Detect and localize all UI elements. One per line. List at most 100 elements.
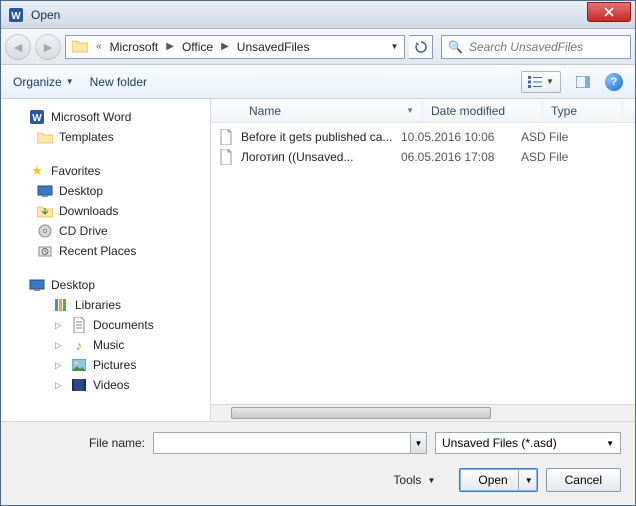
file-row[interactable]: Логотип ((Unsaved... 06.05.2016 17:08 AS… [211,147,635,167]
sidebar-item-templates[interactable]: Templates [1,127,210,147]
breadcrumb[interactable]: « Microsoft ▶ Office ▶ UnsavedFiles ▼ [65,35,405,59]
sidebar-label: Downloads [59,204,118,218]
chevron-down-icon: ▼ [606,439,614,448]
column-type[interactable]: Type [543,99,623,122]
breadcrumb-item[interactable]: Microsoft [106,38,163,56]
downloads-icon [37,203,53,219]
star-icon: ★ [29,163,45,179]
sidebar-item-music[interactable]: ▷ ♪ Music [1,335,210,355]
breadcrumb-dropdown[interactable]: ▼ [386,36,402,58]
tree-toggle-icon[interactable]: ▷ [55,340,65,351]
cd-icon [37,223,53,239]
file-icon [211,149,241,165]
chevron-right-icon: ▶ [166,41,174,52]
sidebar-label: Recent Places [59,244,136,258]
window-title: Open [31,8,587,22]
sidebar-item-cddrive[interactable]: CD Drive [1,221,210,241]
sidebar-label: Microsoft Word [51,110,131,124]
search-input[interactable] [467,39,628,55]
search-icon: 🔍 [448,40,463,54]
help-button[interactable]: ? [605,73,623,91]
sidebar-label: Desktop [51,278,95,292]
sidebar-label: Music [93,338,124,352]
chevron-down-icon: ▼ [546,77,554,86]
sidebar-item-favorites[interactable]: ★ Favorites [1,161,210,181]
tree-toggle-icon[interactable]: ▷ [55,360,65,371]
sidebar-item-recent[interactable]: Recent Places [1,241,210,261]
view-mode-button[interactable]: ▼ [521,71,561,93]
tools-label: Tools [393,473,421,487]
file-date: 06.05.2016 17:08 [401,150,521,164]
desktop-icon [37,183,53,199]
sidebar-label: Videos [93,378,129,392]
sidebar-label: Favorites [51,164,100,178]
sidebar-item-documents[interactable]: ▷ Documents [1,315,210,335]
folder-icon [72,39,88,55]
navbar: ◄ ► « Microsoft ▶ Office ▶ UnsavedFiles … [1,29,635,65]
svg-text:W: W [32,113,42,124]
search-box[interactable]: 🔍 [441,35,631,59]
file-list: Name ▼ Date modified Type Before it gets… [211,99,635,421]
sidebar-label: Documents [93,318,154,332]
folder-icon [37,129,53,145]
desktop-icon [29,277,45,293]
word-icon: W [29,109,45,125]
sidebar-item-downloads[interactable]: Downloads [1,201,210,221]
sidebar-item-desktop2[interactable]: Desktop [1,275,210,295]
breadcrumb-item[interactable]: Office [178,38,217,56]
file-type: ASD File [521,150,601,164]
footer: File name: ▼ Unsaved Files (*.asd) ▼ Too… [1,421,635,505]
filename-input[interactable] [153,432,411,454]
filename-label: File name: [15,436,145,450]
new-folder-button[interactable]: New folder [90,75,147,89]
filter-label: Unsaved Files (*.asd) [442,436,557,450]
back-button[interactable]: ◄ [5,34,31,60]
toolbar: Organize ▼ New folder ▼ ? [1,65,635,99]
forward-button[interactable]: ► [35,34,61,60]
sidebar-item-libraries[interactable]: Libraries [1,295,210,315]
recent-icon [37,243,53,259]
tools-button[interactable]: Tools ▼ [393,473,435,487]
preview-pane-button[interactable] [569,71,597,93]
filetype-filter[interactable]: Unsaved Files (*.asd) ▼ [435,432,621,454]
svg-text:W: W [11,11,21,22]
breadcrumb-item[interactable]: UnsavedFiles [233,38,314,56]
refresh-button[interactable] [409,35,433,59]
horizontal-scrollbar[interactable] [211,404,635,421]
chevron-down-icon: ▼ [427,476,435,485]
sidebar-label: Desktop [59,184,103,198]
sidebar-label: Libraries [75,298,121,312]
sidebar-item-desktop[interactable]: Desktop [1,181,210,201]
tree-toggle-icon[interactable]: ▷ [55,380,65,391]
column-date[interactable]: Date modified [423,99,543,122]
titlebar: W Open [1,1,635,29]
close-button[interactable] [587,2,631,22]
file-icon [211,129,241,145]
file-rows: Before it gets published ca... 10.05.201… [211,123,635,404]
file-name: Логотип ((Unsaved... [241,150,401,164]
cancel-button[interactable]: Cancel [546,468,621,492]
sidebar: W Microsoft Word Templates ★ Favorites D… [1,99,211,421]
column-name[interactable]: Name ▼ [241,99,423,122]
file-row[interactable]: Before it gets published ca... 10.05.201… [211,127,635,147]
scrollbar-thumb[interactable] [231,407,491,419]
organize-button[interactable]: Organize ▼ [13,75,74,89]
file-type: ASD File [521,130,601,144]
tree-toggle-icon[interactable]: ▷ [55,320,65,331]
chevron-icon: « [96,41,102,52]
document-icon [71,317,87,333]
sidebar-item-pictures[interactable]: ▷ Pictures [1,355,210,375]
open-label: Open [478,473,507,487]
libraries-icon [53,297,69,313]
open-button[interactable]: Open ▼ [459,468,537,492]
pictures-icon [71,357,87,373]
sidebar-label: CD Drive [59,224,108,238]
file-date: 10.05.2016 10:06 [401,130,521,144]
organize-label: Organize [13,75,62,89]
sidebar-item-word[interactable]: W Microsoft Word [1,107,210,127]
sidebar-item-videos[interactable]: ▷ Videos [1,375,210,395]
sort-arrow-icon: ▼ [406,106,414,115]
sidebar-label: Pictures [93,358,136,372]
music-icon: ♪ [71,337,87,353]
filename-dropdown[interactable]: ▼ [411,432,427,454]
